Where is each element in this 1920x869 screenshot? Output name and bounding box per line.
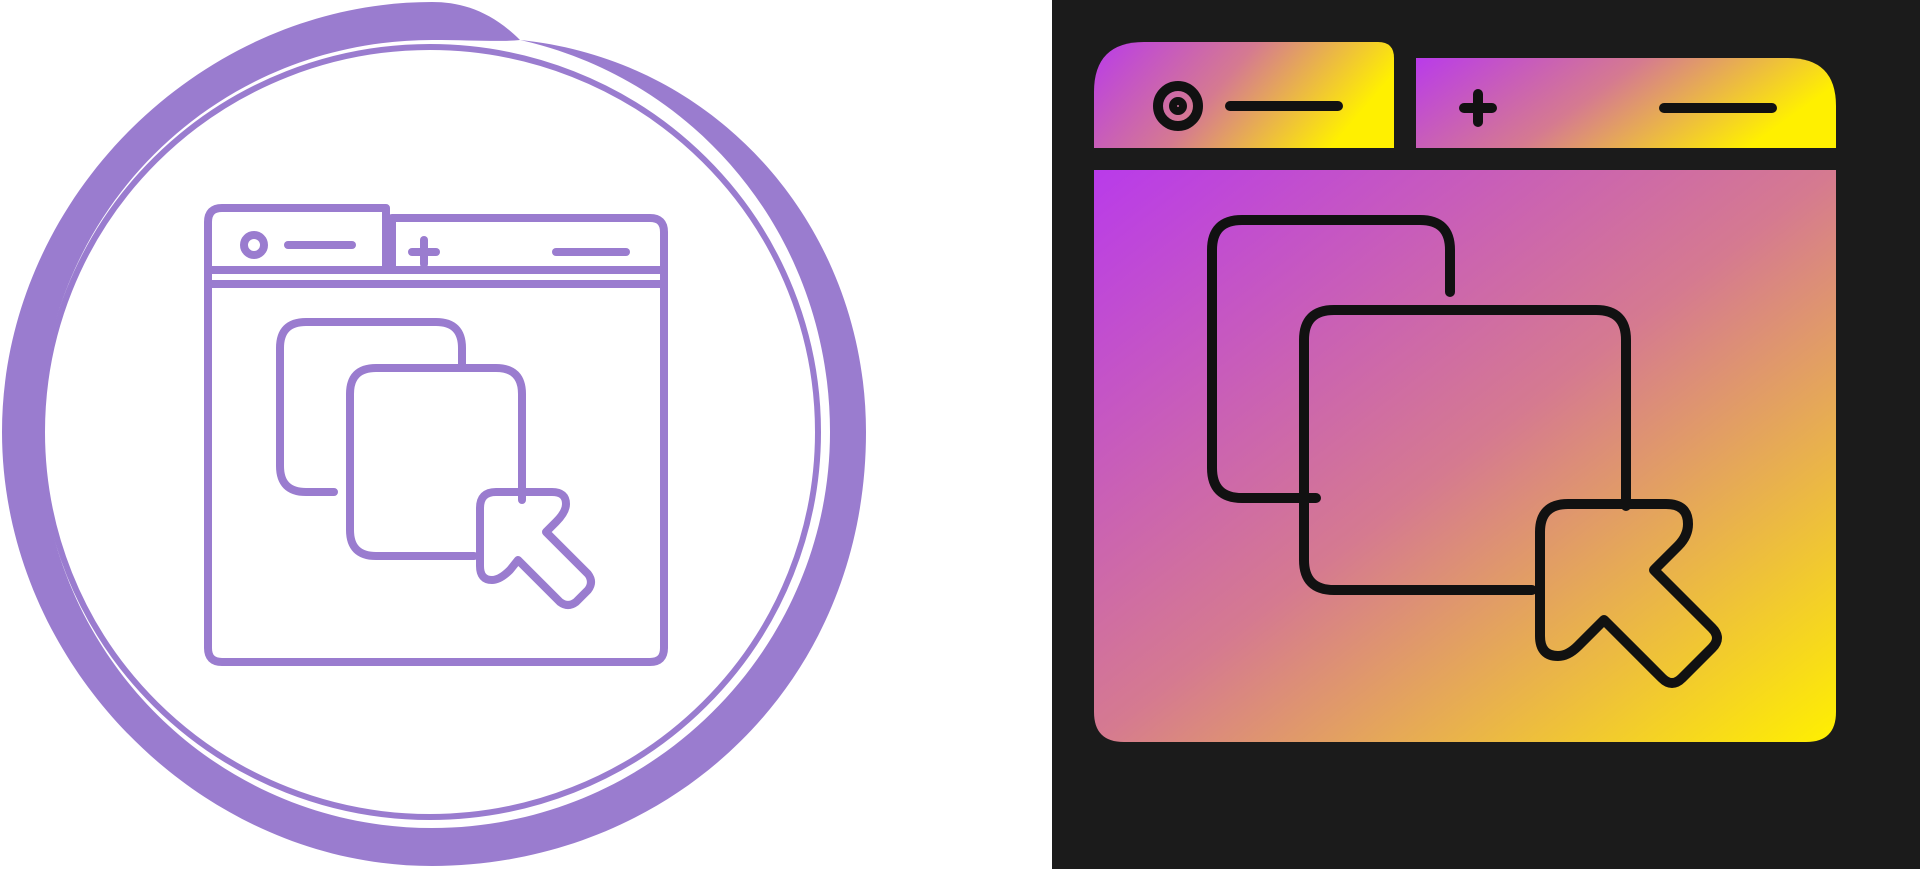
- front-square-outline: [346, 364, 526, 560]
- gradient-icon-canvas: [1052, 0, 1920, 869]
- gradient-icon-panel: [1052, 0, 1920, 869]
- browser-window-outline-icon: [204, 204, 668, 666]
- browser-window-gradient-icon: [1094, 42, 1836, 742]
- cursor-arrow-icon: [476, 488, 595, 609]
- outer-swoosh-ring: [2, 2, 866, 866]
- first-tab-circle-icon: [240, 231, 268, 259]
- window-body-fill: [1094, 170, 1836, 742]
- outline-icon-canvas: [2, 2, 866, 866]
- icon-showcase: [0, 0, 1920, 869]
- second-tab-outline: [388, 214, 668, 274]
- back-square-outline: [276, 318, 466, 496]
- first-tab-fill: [1094, 42, 1394, 148]
- circle-swoosh-decoration: [2, 2, 866, 866]
- first-tab-outline: [204, 204, 390, 274]
- inner-swoosh-ring: [39, 44, 821, 820]
- first-tab-circle-dot: [1169, 97, 1187, 115]
- outline-icon-panel: [0, 0, 1052, 869]
